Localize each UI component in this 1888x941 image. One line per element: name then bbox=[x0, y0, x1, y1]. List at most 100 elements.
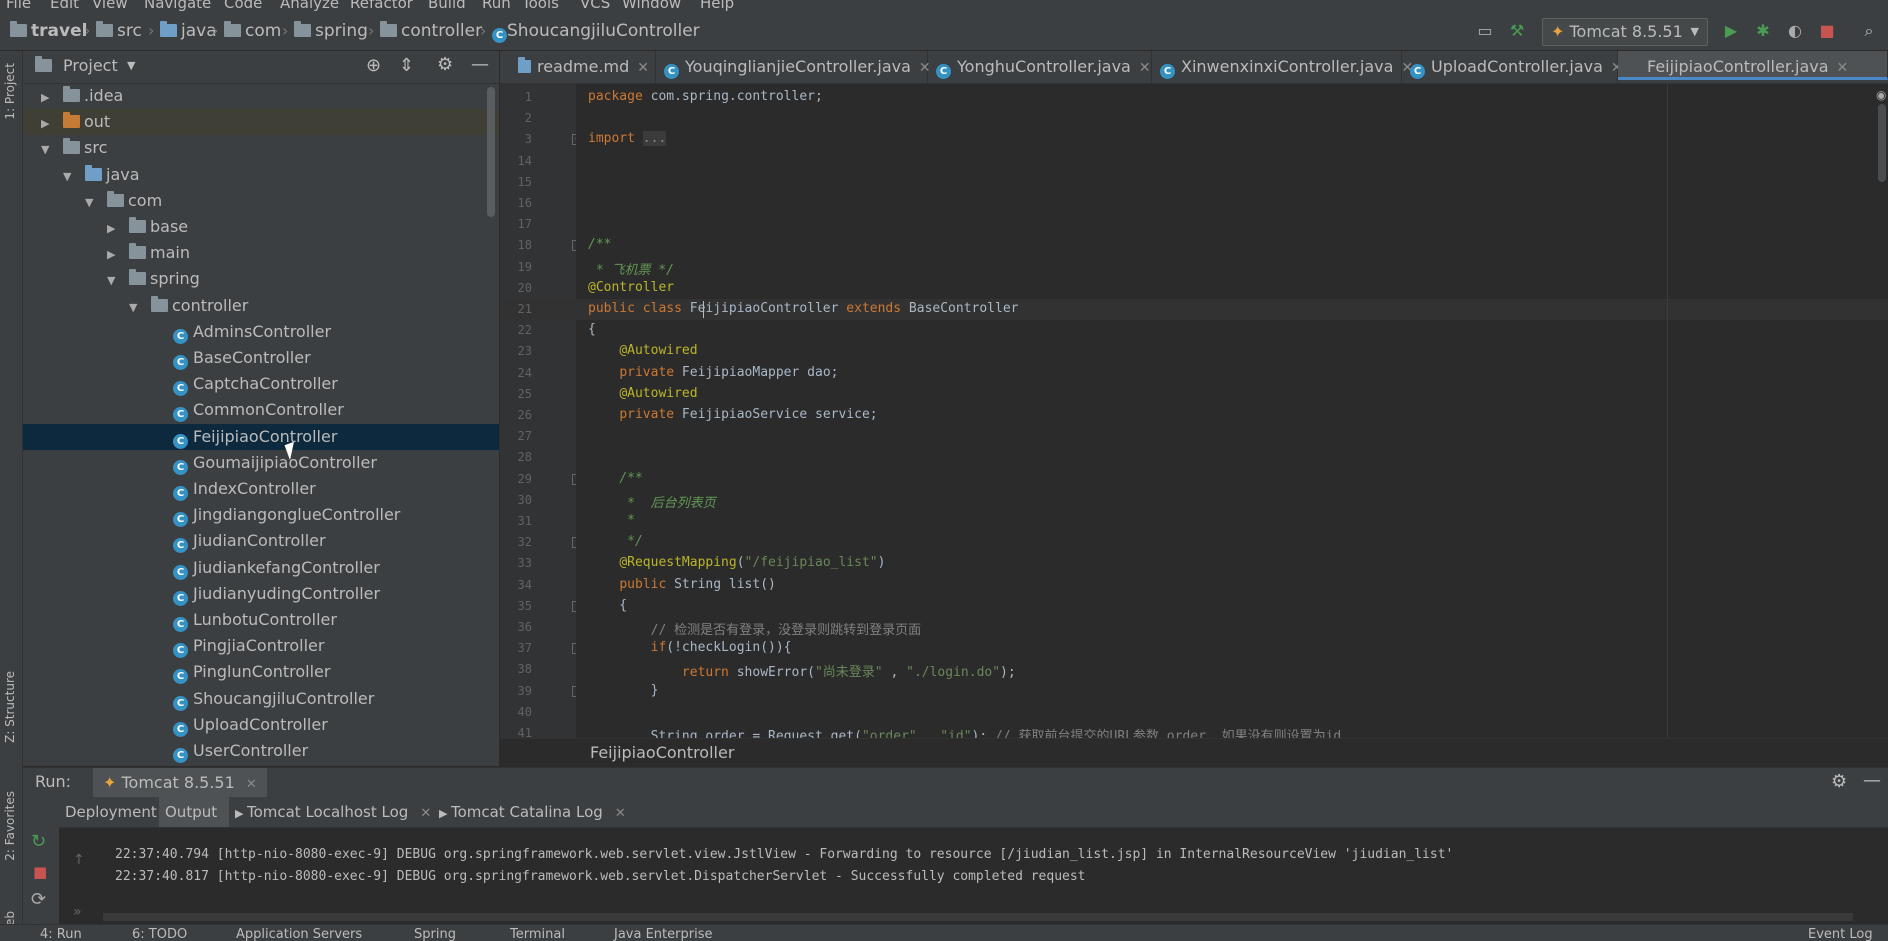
expanded-arrow-icon[interactable]: ▼ bbox=[129, 295, 143, 321]
run-tab-tomcat-catalina-log[interactable]: ▶ Tomcat Catalina Log ✕ bbox=[433, 797, 629, 827]
bottom-tab-java-enterprise[interactable]: Java Enterprise bbox=[614, 927, 712, 941]
menu-item-vcs[interactable]: VCS bbox=[580, 0, 610, 12]
editor-tab-uploadcontroller-java[interactable]: C UploadController.java ✕ bbox=[1402, 51, 1623, 83]
tree-item-main[interactable]: ▶ main bbox=[23, 240, 499, 266]
tree-item-out[interactable]: ▶ out bbox=[23, 109, 499, 137]
tree-item-base[interactable]: ▶ base bbox=[23, 214, 499, 240]
console-horizontal-scrollbar[interactable] bbox=[103, 913, 1853, 921]
layout-icon[interactable]: ▭ bbox=[1474, 21, 1496, 41]
tree-item-pingluncontroller[interactable]: C PinglunController bbox=[23, 659, 499, 685]
breadcrumb-item[interactable]: C ShoucangjiluController bbox=[492, 21, 700, 43]
breadcrumb-item[interactable]: com bbox=[224, 21, 281, 41]
close-icon[interactable]: ✕ bbox=[1837, 60, 1849, 76]
editor-tab-youqinglianjiecontroller-java[interactable]: C YouqinglianjieController.java ✕ bbox=[656, 51, 931, 83]
gear-icon[interactable]: ⚙ bbox=[1831, 771, 1847, 792]
close-icon[interactable]: ✕ bbox=[637, 60, 649, 76]
rerun-icon[interactable]: ↻ bbox=[31, 831, 46, 852]
scroll-up-icon[interactable]: ↑ bbox=[73, 852, 85, 868]
menu-item-help[interactable]: Help bbox=[700, 0, 734, 12]
breadcrumb-item[interactable]: spring bbox=[294, 21, 368, 41]
tree-item-jiudiancontroller[interactable]: C JiudianController bbox=[23, 528, 499, 554]
tree-item--idea[interactable]: ▶ .idea bbox=[23, 83, 499, 109]
coverage-icon[interactable]: ◐ bbox=[1784, 21, 1806, 41]
tree-item-spring[interactable]: ▼ spring bbox=[23, 266, 499, 292]
menu-item-analyze[interactable]: Analyze bbox=[280, 0, 339, 12]
menu-item-view[interactable]: View bbox=[92, 0, 128, 12]
tree-item-feijipiaocontroller[interactable]: C FeijipiaoController bbox=[23, 423, 499, 450]
hide-panel-icon[interactable]: — bbox=[1863, 770, 1881, 791]
favorites-tool-tab[interactable]: 2: Favorites bbox=[3, 791, 17, 861]
editor-tab-xinwenxinxicontroller-java[interactable]: C XinwenxinxiController.java ✕ bbox=[1152, 51, 1413, 83]
expanded-arrow-icon[interactable]: ▼ bbox=[63, 164, 77, 190]
stop-icon[interactable]: ■ bbox=[33, 863, 47, 881]
bottom-tab-terminal[interactable]: Terminal bbox=[510, 927, 565, 941]
menu-item-navigate[interactable]: Navigate bbox=[144, 0, 211, 12]
run-config-tab[interactable]: ✦ Tomcat 8.5.51 ✕ bbox=[93, 768, 267, 797]
breadcrumb-item[interactable]: src bbox=[96, 21, 142, 41]
eye-icon[interactable]: ◉ bbox=[1876, 88, 1886, 102]
project-tool-tab[interactable]: 1: Project bbox=[3, 63, 17, 120]
tree-item-commoncontroller[interactable]: C CommonController bbox=[23, 397, 499, 423]
menu-item-code[interactable]: Code bbox=[224, 0, 262, 12]
run-tab-output[interactable]: Output bbox=[159, 797, 229, 827]
close-icon[interactable]: ✕ bbox=[416, 806, 431, 821]
editor-scrollbar[interactable] bbox=[1878, 104, 1886, 182]
tree-item-basecontroller[interactable]: C BaseController bbox=[23, 345, 499, 371]
gear-icon[interactable]: ⚙ bbox=[437, 54, 453, 75]
collapsed-arrow-icon[interactable]: ▶ bbox=[41, 85, 55, 111]
bottom-tab-6-todo[interactable]: 6: TODO bbox=[132, 927, 187, 941]
tree-item-usercontroller[interactable]: C UserController bbox=[23, 738, 499, 764]
run-tab-deployment[interactable]: Deployment bbox=[59, 797, 159, 827]
tree-item-lunbotucontroller[interactable]: C LunbotuController bbox=[23, 607, 499, 633]
more-icon[interactable]: » bbox=[73, 904, 82, 920]
search-icon[interactable]: ⌕ bbox=[1858, 21, 1880, 41]
project-panel-title[interactable]: Project bbox=[63, 56, 118, 75]
breadcrumb-item[interactable]: java bbox=[160, 21, 217, 41]
event-log-button[interactable]: Event Log bbox=[1808, 927, 1873, 941]
tree-item-jingdiangongluecontroller[interactable]: C JingdiangonglueController bbox=[23, 502, 499, 528]
expanded-arrow-icon[interactable]: ▼ bbox=[41, 137, 55, 163]
collapsed-arrow-icon[interactable]: ▶ bbox=[107, 242, 121, 268]
editor-breadcrumb-class[interactable]: FeijipiaoController bbox=[590, 743, 734, 762]
project-scrollbar[interactable] bbox=[487, 87, 495, 217]
close-icon[interactable]: ✕ bbox=[1139, 60, 1151, 76]
tree-item-goumaijipiaocontroller[interactable]: C GoumaijipiaoController bbox=[23, 450, 499, 476]
close-icon[interactable]: ✕ bbox=[246, 777, 257, 792]
stop-icon[interactable]: ■ bbox=[1816, 21, 1838, 41]
menu-item-refactor[interactable]: Refactor bbox=[350, 0, 413, 12]
tree-item-adminscontroller[interactable]: C AdminsController bbox=[23, 319, 499, 345]
menu-item-tools[interactable]: Tools bbox=[522, 0, 559, 12]
collapsed-arrow-icon[interactable]: ▶ bbox=[41, 111, 55, 137]
tree-item-captchacontroller[interactable]: C CaptchaController bbox=[23, 371, 499, 397]
tree-item-uploadcontroller[interactable]: C UploadController bbox=[23, 712, 499, 738]
editor-tab-readme-md[interactable]: readme.md ✕ bbox=[510, 51, 656, 83]
expanded-arrow-icon[interactable]: ▼ bbox=[107, 268, 121, 294]
run-tab-tomcat-localhost-log[interactable]: ▶ Tomcat Localhost Log ✕ bbox=[229, 797, 433, 827]
tree-item-shoucangjilucontroller[interactable]: C ShoucangjiluController bbox=[23, 686, 499, 712]
run-configuration-select[interactable]: ✦ Tomcat 8.5.51 ▼ bbox=[1542, 18, 1708, 46]
expanded-arrow-icon[interactable]: ▼ bbox=[85, 190, 99, 216]
menu-item-edit[interactable]: Edit bbox=[50, 0, 79, 12]
debug-icon[interactable]: ✱ bbox=[1752, 21, 1774, 41]
editor-tab-yonghucontroller-java[interactable]: C YonghuController.java ✕ bbox=[928, 51, 1152, 83]
editor-tab-feijipiaocontroller-java[interactable]: CFeijipiaoController.java✕ bbox=[1618, 51, 1888, 80]
tree-item-com[interactable]: ▼ com bbox=[23, 188, 499, 214]
close-icon[interactable]: ✕ bbox=[611, 806, 626, 821]
collapsed-arrow-icon[interactable]: ▶ bbox=[107, 216, 121, 242]
locate-icon[interactable]: ⊕ bbox=[366, 55, 381, 76]
breadcrumb-item[interactable]: controller bbox=[380, 21, 482, 41]
menu-item-file[interactable]: File bbox=[6, 0, 31, 12]
restart-icon[interactable]: ⟳ bbox=[31, 889, 46, 910]
breadcrumb-item[interactable]: travel bbox=[10, 21, 87, 41]
tree-item-pingjiacontroller[interactable]: C PingjiaController bbox=[23, 633, 499, 659]
tree-item-src[interactable]: ▼ src bbox=[23, 135, 499, 161]
menu-item-run[interactable]: Run bbox=[482, 0, 511, 12]
run-icon[interactable]: ▶ bbox=[1720, 21, 1742, 41]
tree-item-controller[interactable]: ▼ controller bbox=[23, 293, 499, 319]
structure-tool-tab[interactable]: Z: Structure bbox=[3, 671, 17, 743]
bottom-tab-spring[interactable]: Spring bbox=[414, 927, 456, 941]
chevron-down-icon[interactable]: ▼ bbox=[127, 59, 135, 72]
menu-item-window[interactable]: Window bbox=[622, 0, 681, 12]
tree-item-indexcontroller[interactable]: C IndexController bbox=[23, 476, 499, 502]
collapse-all-icon[interactable]: ⇕ bbox=[399, 55, 414, 76]
